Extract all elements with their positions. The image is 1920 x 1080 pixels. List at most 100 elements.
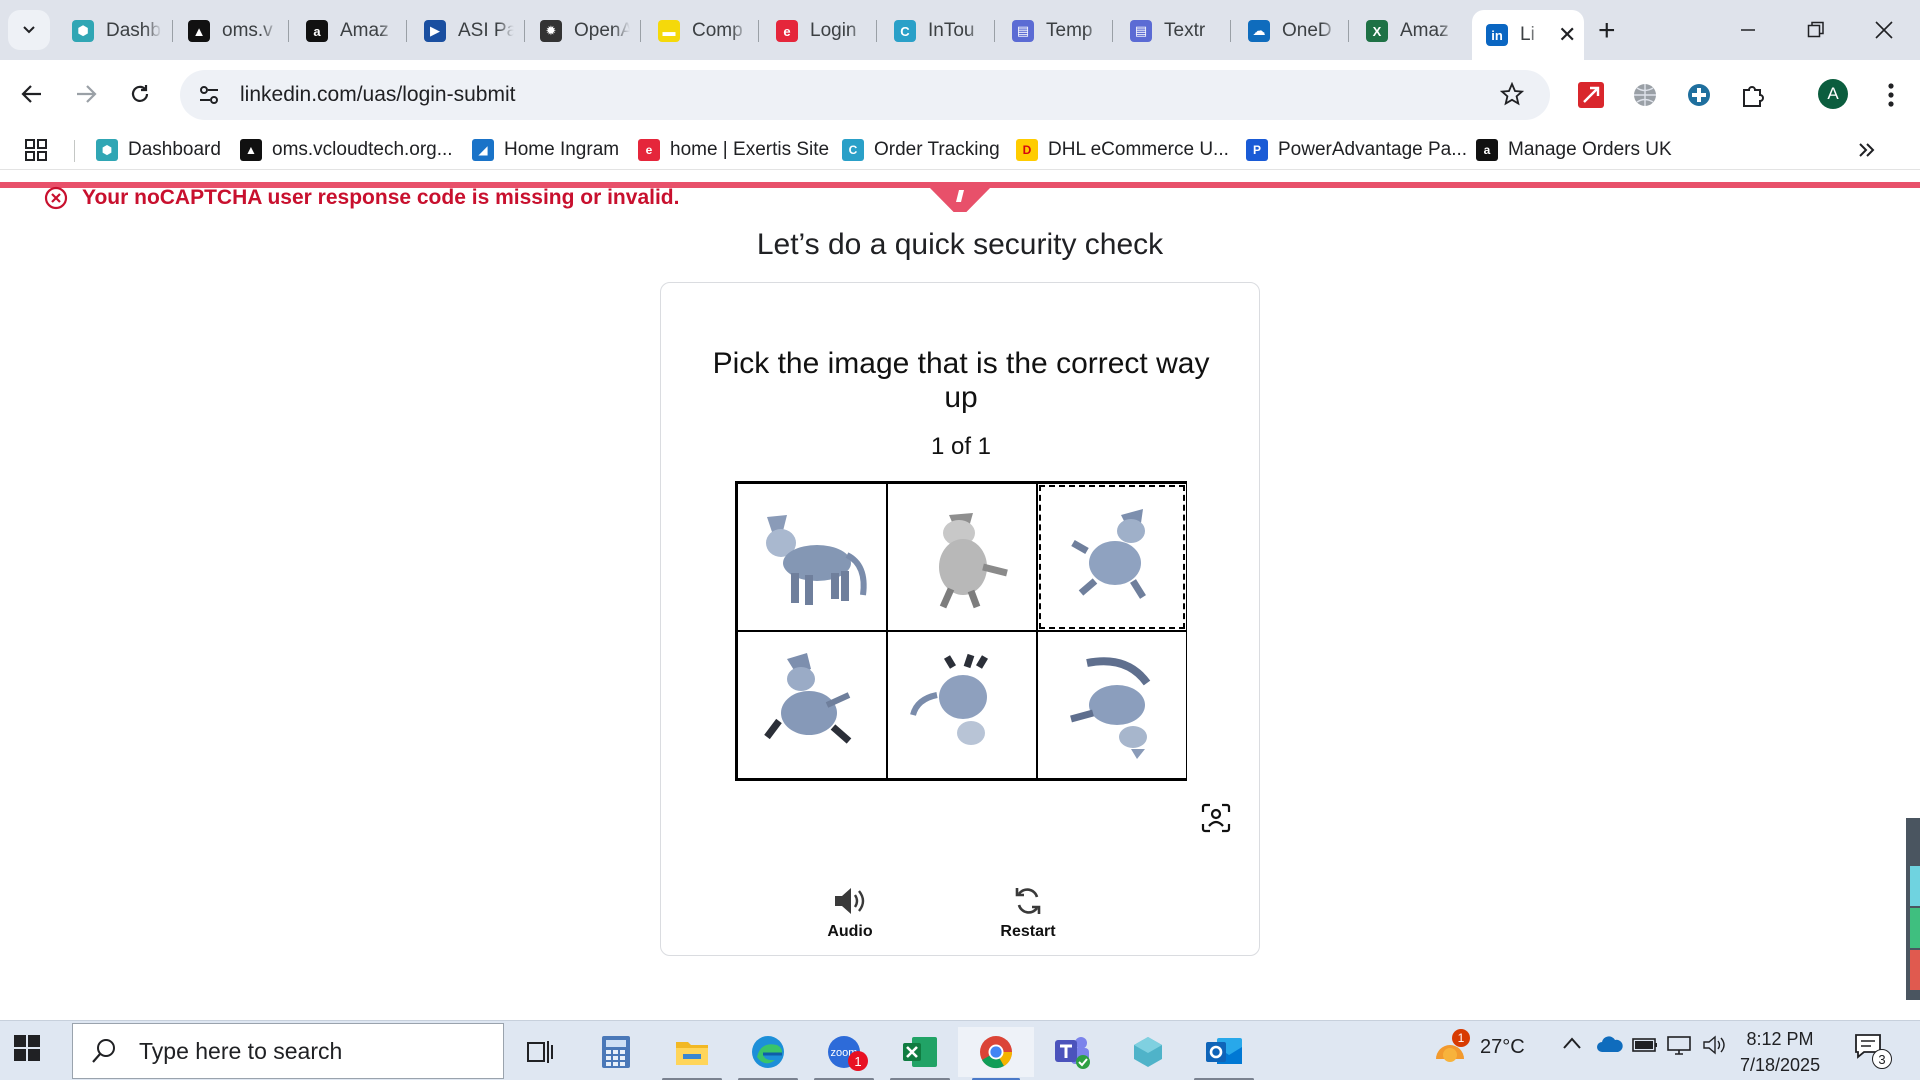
- browser-tab[interactable]: in Li ✕: [1472, 10, 1584, 60]
- taskbar-search-placeholder: Type here to search: [139, 1037, 343, 1064]
- browser-tab[interactable]: ☁ OneD: [1234, 10, 1344, 52]
- new-tab-button[interactable]: +: [1598, 14, 1616, 48]
- tab-label: OneD: [1282, 20, 1332, 41]
- bookmark-item[interactable]: ◢ Home Ingram: [472, 135, 619, 165]
- bookmark-item[interactable]: D DHL eCommerce U...: [1016, 135, 1229, 165]
- captcha-image-option-3[interactable]: [1037, 483, 1187, 631]
- forward-button[interactable]: [66, 74, 106, 114]
- task-view-button[interactable]: [502, 1027, 578, 1077]
- taskbar-teams[interactable]: [1034, 1027, 1110, 1077]
- minimize-button[interactable]: [1728, 10, 1768, 50]
- tab-label: Li: [1520, 24, 1535, 45]
- tray-overflow-button[interactable]: [1562, 1035, 1582, 1051]
- browser-tab[interactable]: ▤ Textr: [1116, 10, 1226, 52]
- tab-separator: [406, 20, 407, 42]
- extensions-menu-button[interactable]: [1738, 80, 1768, 110]
- taskbar-hex-app[interactable]: [1110, 1027, 1186, 1077]
- tab-separator: [640, 20, 641, 42]
- apps-button[interactable]: [24, 135, 48, 165]
- onedrive-tray-button[interactable]: [1596, 1035, 1624, 1053]
- puzzle-icon: [1743, 86, 1764, 107]
- bookmark-item[interactable]: a Manage Orders UK: [1476, 135, 1672, 165]
- taskbar-outlook[interactable]: [1186, 1027, 1262, 1080]
- close-window-button[interactable]: [1864, 10, 1904, 50]
- notifications-button[interactable]: 3: [1854, 1033, 1892, 1069]
- reload-icon: [131, 85, 149, 102]
- taskbar-search-box[interactable]: Type here to search: [72, 1023, 504, 1079]
- triangle-black-icon: ▲: [240, 139, 262, 161]
- browser-tab[interactable]: e Login: [762, 10, 872, 52]
- chrome-menu-button[interactable]: [1876, 80, 1906, 110]
- captcha-image-option-4[interactable]: [737, 631, 887, 779]
- tab-label: oms.v: [222, 20, 273, 41]
- browser-tab[interactable]: ▲ oms.v: [174, 10, 284, 52]
- captcha-image-option-2[interactable]: [887, 483, 1037, 631]
- browser-tab[interactable]: ⬢ Dashb: [58, 10, 168, 52]
- cloud-icon: ☁: [1248, 20, 1270, 42]
- tab-search-button[interactable]: [8, 10, 50, 50]
- captcha-image-option-6[interactable]: [1037, 631, 1187, 779]
- bookmark-label: oms.vcloudtech.org...: [272, 139, 453, 160]
- taskbar-chrome[interactable]: [958, 1027, 1034, 1080]
- taskbar-excel[interactable]: [882, 1027, 958, 1080]
- tab-label: Dashb: [106, 20, 161, 41]
- bookmark-item[interactable]: ⬢ Dashboard: [96, 135, 221, 165]
- extension-cross-button[interactable]: [1684, 80, 1714, 110]
- captcha-image-option-1[interactable]: [737, 483, 887, 631]
- browser-tab[interactable]: ▶ ASI Pa: [410, 10, 520, 52]
- tab-label: InTou: [928, 20, 975, 41]
- extension-globe-button[interactable]: [1630, 80, 1660, 110]
- extension-pdf-button[interactable]: [1576, 80, 1606, 110]
- bookmark-item[interactable]: P PowerAdvantage Pa...: [1246, 135, 1467, 165]
- cat-figure-icon: [766, 515, 867, 605]
- weather-widget[interactable]: 1 27°C: [1432, 1029, 1525, 1063]
- exertis-icon: e: [638, 139, 660, 161]
- profile-avatar[interactable]: A: [1818, 79, 1848, 109]
- taskbar-edge[interactable]: [730, 1027, 806, 1080]
- browser-tab[interactable]: ✹ OpenA: [526, 10, 636, 52]
- amazon-icon: a: [306, 20, 328, 42]
- address-bar[interactable]: linkedin.com/uas/login-submit: [180, 70, 1550, 120]
- more-bookmarks-button[interactable]: [1856, 135, 1876, 165]
- volume-tray-button[interactable]: [1702, 1035, 1728, 1055]
- ingram-icon: ◢: [472, 139, 494, 161]
- site-info-button[interactable]: [194, 80, 224, 110]
- browser-tab[interactable]: C InTou: [880, 10, 990, 52]
- windows-taskbar: Type here to search zoom 1 1 27°C 8:12 P…: [0, 1020, 1920, 1080]
- battery-tray-button[interactable]: [1632, 1035, 1658, 1053]
- clock-time: 8:12 PM: [1746, 1029, 1814, 1049]
- taskbar-zoom[interactable]: zoom 1: [806, 1027, 882, 1080]
- pdf-extension-icon: [1578, 82, 1604, 108]
- taskbar-clock[interactable]: 8:12 PM 7/18/2025: [1740, 1026, 1820, 1078]
- restore-button[interactable]: [1796, 10, 1836, 50]
- close-tab-icon[interactable]: ✕: [1558, 22, 1576, 48]
- reload-button[interactable]: [120, 74, 160, 114]
- doc-shield-icon: ▤: [1012, 20, 1034, 42]
- bookmark-label: Dashboard: [128, 139, 221, 160]
- bookmark-item[interactable]: ▲ oms.vcloudtech.org...: [240, 135, 453, 165]
- browser-tab[interactable]: ▤ Temp: [998, 10, 1108, 52]
- bookmark-item[interactable]: C Order Tracking: [842, 135, 1000, 165]
- back-button[interactable]: [12, 74, 52, 114]
- accessibility-challenge-button[interactable]: [1199, 801, 1233, 835]
- hexagon-teal-icon: ⬢: [72, 20, 94, 42]
- arrow-left-icon: [21, 85, 41, 103]
- restart-button[interactable]: Restart: [973, 881, 1083, 941]
- bookmark-star-button[interactable]: [1499, 81, 1525, 111]
- browser-tab[interactable]: X Amaz: [1352, 10, 1462, 52]
- browser-tab[interactable]: a Amaz: [292, 10, 402, 52]
- notification-count-badge: 3: [1872, 1049, 1892, 1069]
- captcha-image-option-5[interactable]: [887, 631, 1037, 779]
- close-icon: [1875, 21, 1893, 39]
- start-button[interactable]: [14, 1035, 48, 1069]
- dhl-icon: D: [1016, 139, 1038, 161]
- taskbar-file-explorer[interactable]: [654, 1027, 730, 1080]
- search-icon: [92, 1039, 115, 1063]
- network-tray-button[interactable]: [1666, 1035, 1692, 1055]
- bookmark-label: Order Tracking: [874, 139, 1000, 160]
- taskbar-calculator[interactable]: [578, 1027, 654, 1077]
- audio-button[interactable]: Audio: [795, 881, 905, 941]
- browser-tab[interactable]: ▬ Comp: [644, 10, 754, 52]
- windows-logo-icon: [14, 1035, 40, 1061]
- bookmark-item[interactable]: e home | Exertis Site: [638, 135, 829, 165]
